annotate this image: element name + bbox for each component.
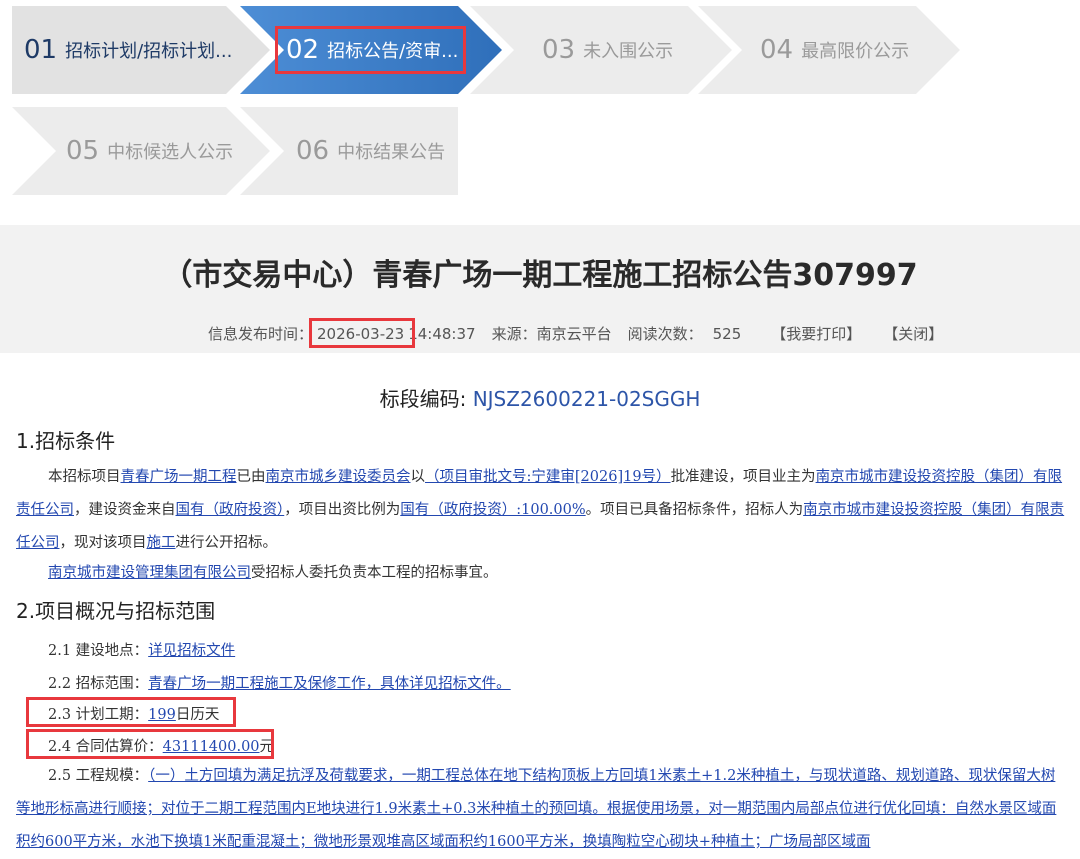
item-label: 2.1 建设地点： — [48, 643, 149, 659]
process-steps: 01 招标计划/招标计划... 02 招标公告/资审... 03 未入围公示 04 最高… — [0, 0, 1080, 225]
item-value[interactable]: 43111400.00 — [163, 739, 260, 755]
bid-code: 标段编码: NJSZ2600221-02SGGH — [0, 383, 1080, 412]
item-2-5: 2.5 工程规模：（一）土方回填为满足抗浮及荷载要求，一期工程总体在地下结构顶板… — [16, 760, 1068, 859]
close-link[interactable]: 【关闭】 — [883, 325, 943, 343]
step-number: 04 — [760, 35, 794, 65]
page-title: （市交易中心）青春广场一期工程施工招标公告307997 — [162, 258, 918, 293]
bid-code-value: NJSZ2600221-02SGGH — [472, 387, 701, 411]
text: ，项目出资比例为 — [284, 502, 401, 518]
section1-paragraph1: 本招标项目青春广场一期工程已由南京市城乡建设委员会以（项目审批文号:宁建审[20… — [16, 461, 1068, 560]
text: 受招标人委托负责本工程的招标事宜。 — [251, 565, 498, 581]
item-value[interactable]: 详见招标文件 — [148, 643, 235, 659]
step-number: 03 — [542, 35, 576, 65]
meta-line: 信息发布时间： 2026-03-23 14:48:37 来源：南京云平台 阅读次数： 52… — [208, 323, 943, 344]
source-label: 来源： — [491, 325, 537, 343]
step-02[interactable]: 02 招标公告/资审... — [240, 6, 502, 94]
item-suffix: 日历天 — [175, 707, 220, 723]
approver-link[interactable]: 南京市城乡建设委员会 — [266, 469, 411, 485]
publish-date: 2026-03-23 — [317, 325, 405, 343]
item-value[interactable]: 199 — [148, 707, 176, 723]
step-label: 中标候选人公示 — [107, 142, 234, 163]
item-label: 2.5 工程规模： — [48, 768, 149, 784]
views-label: 阅读次数： — [627, 325, 703, 343]
item-2-3: 2.3 计划工期：199日历天 — [48, 703, 219, 724]
source-value: 南京云平台 — [536, 325, 612, 343]
publish-time: 14:48:37 — [408, 325, 476, 343]
step-label: 招标计划/招标计划... — [65, 41, 233, 62]
item-label: 2.4 合同估算价： — [48, 739, 163, 755]
step-03[interactable]: 03 未入围公示 — [470, 6, 732, 94]
section1-heading: 1.招标条件 — [16, 429, 116, 453]
step-01[interactable]: 01 招标计划/招标计划... — [12, 6, 270, 94]
agent-link[interactable]: 南京城市建设管理集团有限公司 — [48, 565, 251, 581]
bid-code-label: 标段编码: — [379, 387, 473, 411]
step-number: 02 — [286, 35, 320, 65]
item-label: 2.2 招标范围： — [48, 676, 149, 692]
text: ，现对该项目 — [59, 535, 147, 551]
step-number: 01 — [24, 35, 58, 65]
text: 本招标项目 — [48, 469, 121, 485]
item-2-1: 2.1 建设地点：详见招标文件 — [48, 639, 235, 660]
item-value[interactable]: 青春广场一期工程施工及保修工作，具体详见招标文件。 — [148, 676, 511, 692]
approval-number-link[interactable]: （项目审批文号:宁建审[2026]19号） — [425, 469, 671, 485]
step-number: 05 — [66, 136, 100, 166]
notice-header: （市交易中心）青春广场一期工程施工招标公告307997 信息发布时间： 2026-… — [0, 225, 1080, 353]
step-label: 中标结果公告 — [337, 142, 446, 163]
section1-paragraph2: 南京城市建设管理集团有限公司受招标人委托负责本工程的招标事宜。 — [16, 557, 1068, 590]
work-type-link[interactable]: 施工 — [147, 535, 176, 551]
text: 批准建设，项目业主为 — [670, 469, 816, 485]
text: 已由 — [236, 469, 266, 485]
step-05[interactable]: 05 中标候选人公示 — [12, 107, 270, 195]
fund-source-link[interactable]: 国有（政府投资） — [176, 502, 285, 518]
item-2-2: 2.2 招标范围：青春广场一期工程施工及保修工作，具体详见招标文件。 — [48, 672, 511, 693]
print-link[interactable]: 【我要打印】 — [771, 325, 861, 343]
text: 进行公开招标。 — [175, 535, 278, 551]
fund-ratio-link[interactable]: 国有（政府投资）:100.00% — [400, 502, 585, 518]
text: 以 — [410, 469, 426, 485]
step-04[interactable]: 04 最高限价公示 — [698, 6, 960, 94]
step-label: 未入围公示 — [583, 41, 674, 62]
step-label: 最高限价公示 — [801, 41, 910, 62]
step-number: 06 — [296, 136, 330, 166]
scale-text-link[interactable]: （一）土方回填为满足抗浮及荷载要求，一期工程总体在地下结构顶板上方回填1米素土+… — [16, 768, 1056, 850]
text: 。项目已具备招标条件，招标人为 — [585, 502, 804, 518]
step-06[interactable]: 06 中标结果公告 — [240, 107, 458, 195]
step-label: 招标公告/资审... — [327, 41, 459, 62]
views-count: 525 — [712, 325, 742, 343]
item-suffix: 元 — [259, 739, 275, 755]
publish-label: 信息发布时间： — [208, 325, 314, 343]
item-label: 2.3 计划工期： — [48, 707, 149, 723]
text: ，建设资金来自 — [74, 502, 176, 518]
project-link[interactable]: 青春广场一期工程 — [121, 469, 237, 485]
section2-heading: 2.项目概况与招标范围 — [16, 599, 216, 623]
item-2-4: 2.4 合同估算价：43111400.00元 — [48, 735, 274, 756]
